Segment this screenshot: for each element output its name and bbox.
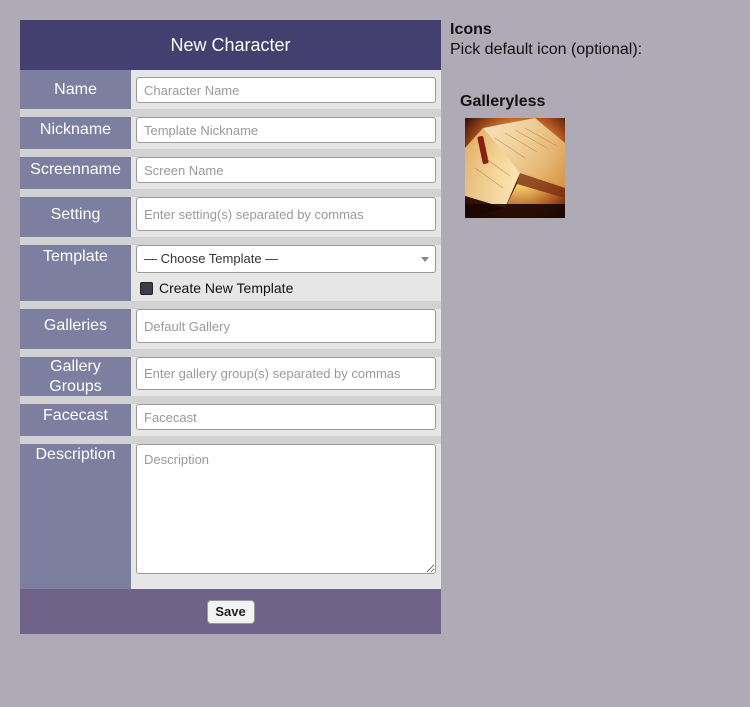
setting-input[interactable] [136, 197, 436, 231]
description-textarea[interactable] [136, 444, 436, 574]
galleries-row: Galleries [20, 309, 441, 357]
form-title: New Character [170, 34, 291, 55]
gallery-groups-label: Gallery Groups [20, 357, 131, 396]
description-label: Description [35, 446, 116, 463]
screenname-row: Screenname [20, 157, 441, 197]
gallery-groups-row: Gallery Groups [20, 357, 441, 404]
screen-name-input[interactable] [136, 157, 436, 183]
name-row: Name [20, 70, 441, 117]
new-character-form: New Character Name Nickname Screenname S… [20, 20, 441, 634]
facecast-input[interactable] [136, 404, 436, 430]
default-gallery-input[interactable] [136, 309, 436, 343]
icons-panel: Icons Pick default icon (optional): Gall… [450, 20, 740, 218]
gallery-name: Galleryless [460, 93, 546, 110]
template-nickname-input[interactable] [136, 117, 436, 143]
nickname-row: Nickname [20, 117, 441, 157]
gallery-groups-input[interactable] [136, 357, 436, 390]
create-template-checkbox[interactable] [140, 281, 153, 295]
save-button[interactable]: Save [206, 599, 255, 624]
galleries-label: Galleries [43, 317, 108, 334]
setting-row: Setting [20, 197, 441, 245]
setting-label: Setting [50, 206, 101, 223]
chevron-down-icon [421, 257, 429, 262]
form-body: Name Nickname Screenname Setting [20, 70, 441, 589]
screenname-label: Screenname [30, 161, 121, 178]
character-name-input[interactable] [136, 77, 436, 103]
open-book-icon[interactable] [465, 118, 565, 218]
facecast-label: Facecast [43, 407, 108, 424]
template-select-value: — Choose Template — [144, 251, 279, 266]
icons-title: Icons [450, 21, 492, 38]
gallery-groups-label-line2: Groups [49, 378, 102, 395]
gallery-groups-label-line1: Gallery [50, 358, 101, 375]
facecast-row: Facecast [20, 404, 441, 444]
icons-subtitle: Pick default icon (optional): [450, 41, 643, 58]
create-template-option[interactable]: Create New Template [136, 279, 436, 297]
form-header: New Character [20, 20, 441, 70]
template-label: Template [43, 248, 108, 265]
nickname-label: Nickname [39, 121, 112, 138]
template-select[interactable]: — Choose Template — [136, 245, 436, 273]
form-footer: Save [20, 589, 441, 634]
template-row: Template — Choose Template — Create New … [20, 245, 441, 309]
name-label: Name [54, 81, 97, 98]
create-template-label: Create New Template [159, 280, 294, 296]
description-row: Description [20, 444, 441, 589]
